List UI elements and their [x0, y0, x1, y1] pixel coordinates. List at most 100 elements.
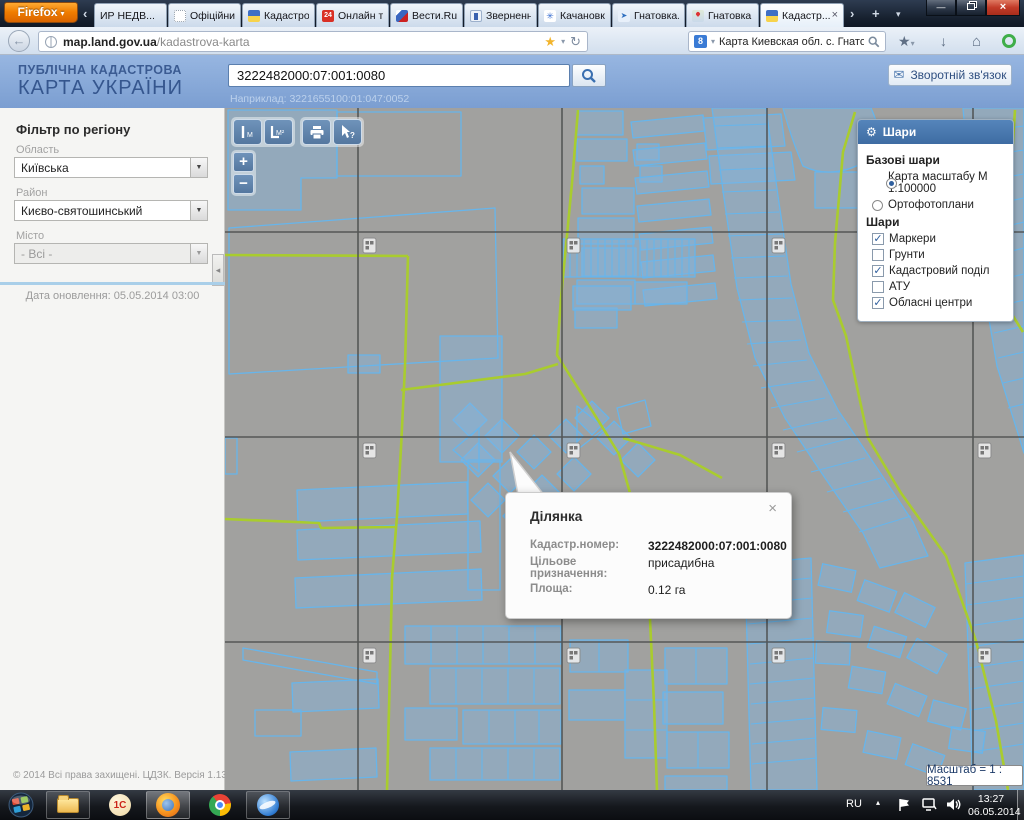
new-tab-button[interactable]: +: [872, 6, 880, 21]
print-icon: [309, 125, 325, 140]
taskbar-google-earth-button[interactable]: [246, 791, 290, 819]
browser-tab[interactable]: Онлайн тра...: [316, 3, 389, 27]
parcel-info-popup: × Ділянка Кадастр.номер: 3222482000:07:0…: [505, 492, 792, 619]
layer-option[interactable]: Грунти: [872, 249, 1005, 261]
base-layer-label: Ортофотоплани: [888, 199, 974, 211]
browser-tab[interactable]: Качановка. ...: [538, 3, 611, 27]
taskbar-clock[interactable]: 13:27 06.05.2014: [968, 793, 1014, 819]
raion-select[interactable]: Києво-святошинський ▼: [14, 200, 208, 221]
taskbar-explorer-button[interactable]: [46, 791, 90, 819]
volume-icon[interactable]: [946, 798, 961, 811]
checkbox-icon[interactable]: [872, 281, 884, 293]
popup-row-label: Кадастр.номер:: [530, 539, 648, 553]
popup-row-value: присадибна: [648, 556, 714, 580]
tab-label: Качановка. ...: [560, 10, 605, 22]
layer-option[interactable]: ✓Кадастровий поділ: [872, 265, 1005, 277]
taskbar-chrome-button[interactable]: [198, 791, 242, 819]
show-desktop-button[interactable]: [1017, 790, 1024, 820]
browser-tab[interactable]: Кадастрова...: [242, 3, 315, 27]
bookmarks-menu-button[interactable]: ★▾: [898, 33, 915, 50]
radio-icon[interactable]: [872, 200, 883, 211]
layers-panel: ⚙ Шари Базові шари Карта масштабу М 1:10…: [857, 119, 1014, 322]
back-button[interactable]: ←: [8, 30, 30, 52]
print-button[interactable]: [302, 119, 331, 145]
hidden-icons-icon[interactable]: ▴: [876, 798, 880, 807]
home-icon[interactable]: ⌂: [972, 33, 981, 50]
close-icon[interactable]: ×: [768, 501, 777, 516]
measure-tool-group: M М²: [231, 117, 295, 147]
layer-option[interactable]: АТУ: [872, 281, 1005, 293]
layers-panel-header[interactable]: ⚙ Шари: [858, 120, 1013, 144]
bookmark-star-icon[interactable]: ★: [544, 34, 556, 50]
start-button[interactable]: [4, 791, 38, 819]
tab-scroll-left-icon[interactable]: ‹: [83, 6, 87, 21]
firefox-menu-button[interactable]: Firefox▾: [4, 2, 78, 23]
taskbar-1c-button[interactable]: 1С: [98, 791, 142, 819]
envelope-icon: ✉: [894, 67, 905, 83]
url-dropdown-icon[interactable]: ▾: [561, 37, 565, 46]
browser-tab[interactable]: Гнатовка. К...: [612, 3, 685, 27]
tab-label: Офіційний ...: [190, 10, 235, 22]
fav-dotted-icon: [174, 10, 186, 22]
addon-icon[interactable]: [1002, 34, 1016, 48]
tab-scroll-right-icon[interactable]: ›: [850, 6, 854, 21]
taskbar-firefox-button[interactable]: [146, 791, 190, 819]
cadastral-search-button[interactable]: [572, 64, 606, 87]
browser-tab[interactable]: Звернення ...: [464, 3, 537, 27]
search-engine-dropdown-icon[interactable]: ▾: [711, 37, 715, 46]
browser-search-box[interactable]: 8 ▾ Карта Киевская обл. с. Гнатовка: [688, 31, 886, 52]
site-title-line1: ПУБЛІЧНА КАДАСТРОВА: [18, 63, 182, 77]
language-indicator[interactable]: RU: [846, 798, 862, 810]
measure-area-button[interactable]: М²: [264, 119, 293, 145]
layer-option[interactable]: ✓Обласні центри: [872, 297, 1005, 309]
browser-tab[interactable]: Вести.Ru: Р...: [390, 3, 463, 27]
checkbox-checked-icon[interactable]: ✓: [872, 233, 884, 245]
feedback-button[interactable]: ✉ Зворотній зв'язок: [888, 64, 1012, 86]
zoom-out-button[interactable]: −: [233, 174, 254, 194]
layer-option[interactable]: ✓Маркери: [872, 233, 1005, 245]
layers-heading: Шари: [866, 215, 1005, 229]
close-button[interactable]: ×: [986, 0, 1020, 16]
popup-row-value: 0.12 га: [648, 583, 685, 597]
popup-row-purpose: Цільове призначення: присадибна: [530, 556, 787, 580]
chevron-down-icon[interactable]: ▼: [190, 158, 207, 177]
fav-kyiv-icon: [470, 10, 482, 22]
1c-icon: 1С: [109, 794, 131, 816]
browser-tab[interactable]: Гнатовка – ...: [686, 3, 759, 27]
checkbox-checked-icon[interactable]: ✓: [872, 265, 884, 277]
base-layer-option[interactable]: Ортофотоплани: [872, 199, 1005, 211]
tab-close-icon[interactable]: ×: [832, 10, 838, 21]
popup-row-area: Площа: 0.12 га: [530, 583, 787, 597]
raion-value: Києво-святошинський: [21, 204, 142, 218]
restore-button[interactable]: [956, 0, 986, 16]
region-filter-sidebar: Фільтр по регіону Область Київська ▼ Рай…: [0, 108, 225, 790]
identify-button[interactable]: ?: [333, 119, 362, 145]
popup-title: Ділянка: [530, 509, 582, 524]
url-bar[interactable]: map.land.gov.ua /kadastrova-karta ★ ▾ ↻: [38, 31, 588, 52]
field-label-oblast: Область: [16, 144, 59, 156]
measure-length-button[interactable]: M: [233, 119, 262, 145]
tab-label: Звернення ...: [486, 10, 531, 22]
checkbox-icon[interactable]: [872, 249, 884, 261]
chevron-down-icon[interactable]: ▼: [190, 201, 207, 220]
network-icon[interactable]: [922, 798, 937, 811]
zoom-in-button[interactable]: +: [233, 152, 254, 172]
reload-icon[interactable]: ↻: [570, 34, 581, 50]
map-scale-label: Масштаб = 1 : 8531: [926, 765, 1023, 786]
map-action-group: ?: [300, 117, 364, 147]
search-engine-icon[interactable]: 8: [694, 35, 707, 48]
search-hint: Наприклад: 3221655100:01:047:0052: [230, 93, 409, 105]
list-all-tabs-icon[interactable]: ▾: [896, 9, 901, 20]
base-layer-option[interactable]: Карта масштабу М 1:100000: [872, 171, 1005, 195]
cadastral-number-input[interactable]: 3222482000:07:001:0080: [228, 64, 570, 87]
browser-tab[interactable]: ИР НЕДВ...: [94, 3, 167, 27]
action-center-flag-icon[interactable]: [898, 798, 911, 812]
search-icon[interactable]: [868, 36, 880, 48]
downloads-icon[interactable]: ↓: [940, 33, 947, 49]
browser-tab[interactable]: Офіційний ...: [168, 3, 241, 27]
checkbox-checked-icon[interactable]: ✓: [872, 297, 884, 309]
minimize-button[interactable]: —: [926, 0, 956, 16]
browser-tab-active[interactable]: Кадастр...×: [760, 3, 844, 27]
radio-selected-icon[interactable]: [886, 178, 897, 189]
oblast-select[interactable]: Київська ▼: [14, 157, 208, 178]
